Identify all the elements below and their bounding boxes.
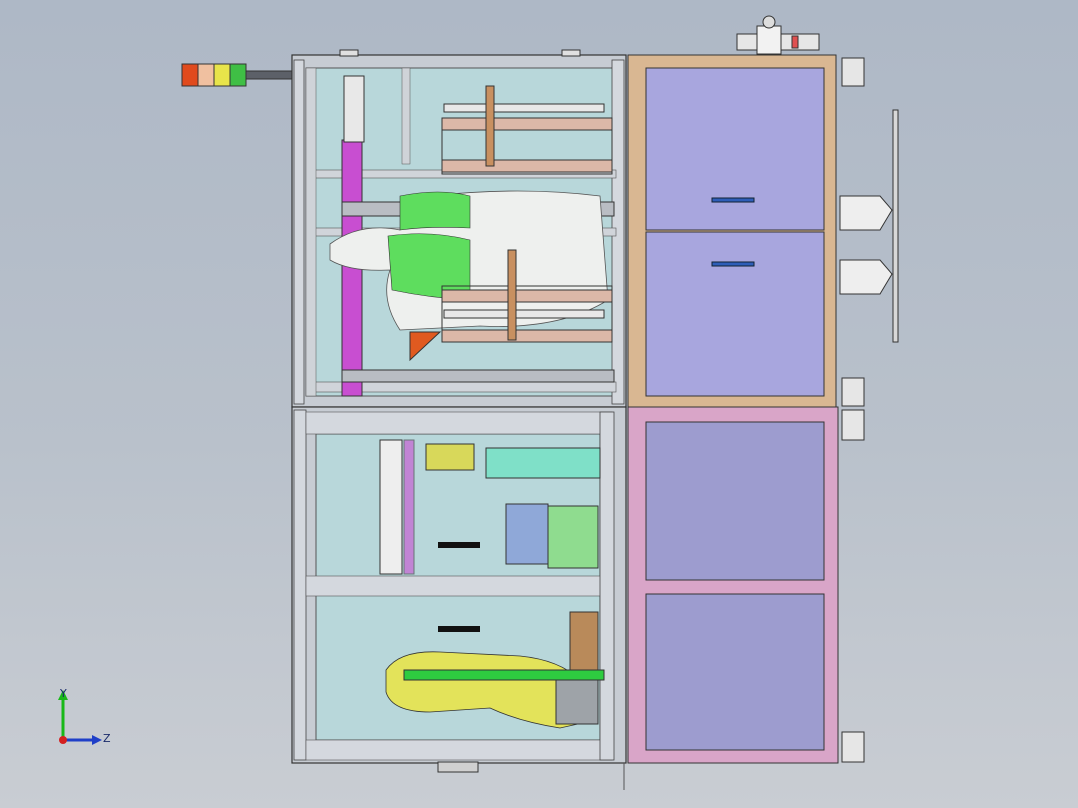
electrical-cabinet-lower (627, 406, 839, 764)
black-label-1 (438, 542, 480, 548)
horizontal-arm-lower (341, 369, 615, 383)
electrical-cabinet-upper (627, 54, 837, 408)
brown-column (569, 611, 599, 671)
light-tower-pole (245, 70, 293, 80)
light-segment-yellow (213, 63, 231, 87)
light-segment-green (229, 63, 247, 87)
light-segment-red (181, 63, 199, 87)
light-segment-orange (197, 63, 215, 87)
origin-dot (59, 736, 67, 744)
coordinate-triad (48, 686, 120, 758)
axis-label-y: Y (60, 687, 67, 700)
cabinet-door-handle-2[interactable] (711, 261, 755, 267)
cyan-actuator (485, 447, 601, 479)
cad-viewport[interactable] (0, 0, 1078, 808)
side-panel-plate (892, 109, 899, 343)
chain-conveyor (379, 439, 415, 575)
yellow-clamp (425, 443, 475, 471)
black-label-2 (438, 626, 480, 632)
axis-label-z: Z (103, 732, 111, 745)
cabinet-door-handle-1[interactable] (711, 197, 755, 203)
green-plate (547, 505, 599, 569)
status-light-tower (181, 63, 293, 87)
servo-motor (343, 75, 365, 143)
z-axis-arrowhead (92, 735, 102, 745)
air-regulator (736, 15, 820, 55)
cable-glands (839, 57, 893, 763)
blue-block (505, 503, 549, 565)
